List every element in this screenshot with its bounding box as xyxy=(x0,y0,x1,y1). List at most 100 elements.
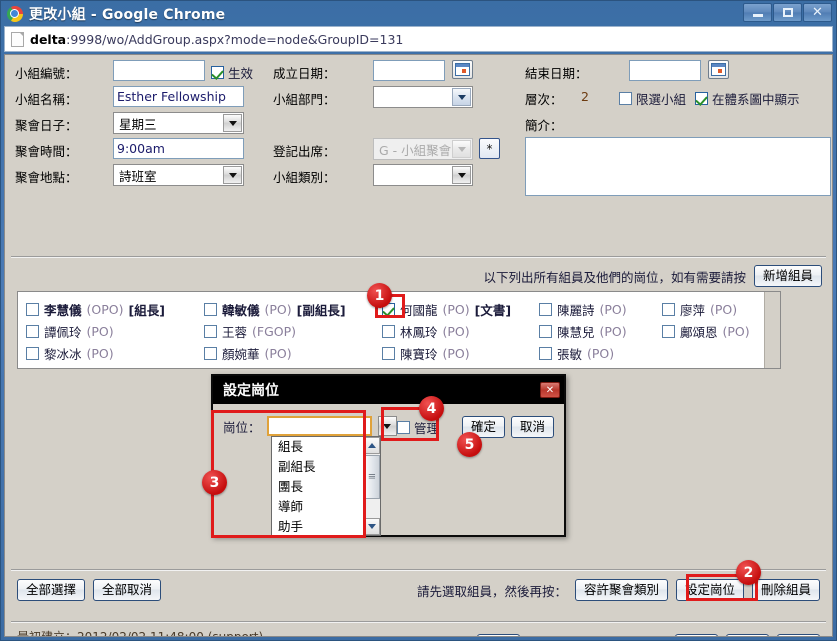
maximize-icon xyxy=(782,8,793,17)
meet-day-select[interactable]: 星期三 xyxy=(113,112,244,134)
set-position-button[interactable]: 設定崗位 xyxy=(675,579,744,601)
dialog-close-button[interactable]: ✕ xyxy=(540,382,560,398)
member-row[interactable]: 廖萍 (PO) xyxy=(662,298,750,320)
member-row[interactable]: 張敏 (PO) xyxy=(539,342,627,364)
checkbox-icon[interactable] xyxy=(204,302,217,316)
checkbox-icon[interactable] xyxy=(26,302,39,316)
add-member-button[interactable]: 新增組員 xyxy=(753,265,822,287)
scroll-up-icon[interactable] xyxy=(364,437,380,454)
member-row[interactable]: 李慧儀 (OPO) [組長] xyxy=(26,298,165,320)
restrict-checkbox[interactable]: 限選小組 xyxy=(619,89,686,108)
found-date-calendar-button[interactable] xyxy=(452,60,473,79)
show-chart-checkbox-label: 在體系圖中顯示 xyxy=(712,92,800,107)
maximize-button[interactable] xyxy=(773,3,802,22)
dropdown-option[interactable]: 團長 xyxy=(272,477,363,497)
dialog-titlebar: 設定崗位 ✕ xyxy=(213,376,564,404)
member-column: 李慧儀 (OPO) [組長] 譚佩玲 (PO) 黎冰冰 (PO) xyxy=(26,298,165,364)
checkbox-icon[interactable] xyxy=(26,346,39,360)
save-button[interactable]: 儲存 xyxy=(725,634,769,636)
attend-star-button[interactable]: * xyxy=(479,138,500,159)
member-row[interactable]: 陳寶玲 (PO) xyxy=(382,342,511,364)
checkbox-icon[interactable] xyxy=(382,324,395,338)
delete-member-button[interactable]: 刪除組員 xyxy=(751,579,820,601)
member-row[interactable]: 陳慧兒 (PO) xyxy=(539,320,627,342)
group-no-input[interactable] xyxy=(113,60,205,81)
member-name: 陳麗詩 xyxy=(557,302,595,318)
annotation-badge-4: 4 xyxy=(419,396,444,421)
found-date-input[interactable] xyxy=(373,60,445,81)
member-code: (PO) xyxy=(710,301,738,317)
checkbox-icon[interactable] xyxy=(662,324,675,338)
member-row[interactable]: 陳麗詩 (PO) xyxy=(539,298,627,320)
minimize-button[interactable] xyxy=(743,3,772,22)
dropdown-option[interactable]: 助手 xyxy=(272,517,363,535)
url-host: delta xyxy=(30,31,67,47)
import-area: 匯入 xyxy=(477,634,521,636)
window-title-app: Google Chrome xyxy=(101,6,226,23)
end-date-calendar-button[interactable] xyxy=(708,60,729,79)
member-operations: 請先選取組員，然後再按： 容許聚會類別 設定崗位 刪除組員 xyxy=(417,579,820,601)
position-field-row: 崗位： xyxy=(223,416,397,436)
member-panel-scrollbar[interactable] xyxy=(764,292,780,368)
checkbox-icon[interactable] xyxy=(382,346,395,360)
member-list-panel: 李慧儀 (OPO) [組長] 譚佩玲 (PO) 黎冰冰 (PO) 韓敏儀 (PO) [副組長] 王… xyxy=(17,291,781,369)
checkbox-icon[interactable] xyxy=(204,346,217,360)
member-row[interactable]: 何國龍 (PO) [文書] xyxy=(382,298,511,320)
member-row[interactable]: 譚佩玲 (PO) xyxy=(26,320,165,342)
meet-place-select[interactable]: 詩班室 xyxy=(113,164,244,186)
checkbox-icon[interactable] xyxy=(662,302,675,316)
attend-select: G - 小組聚會 xyxy=(373,138,473,160)
member-row[interactable]: 黎冰冰 (PO) xyxy=(26,342,165,364)
member-name: 譚佩玲 xyxy=(44,324,82,340)
allow-meeting-type-button[interactable]: 容許聚會類別 xyxy=(574,579,668,601)
member-row[interactable]: 韓敏儀 (PO) [副組長] xyxy=(204,298,346,320)
import-button[interactable]: 匯入 xyxy=(477,634,521,636)
close-button[interactable]: ✕ xyxy=(803,3,832,22)
dialog-cancel-button[interactable]: 取消 xyxy=(510,416,554,438)
scrollbar-thumb[interactable] xyxy=(364,455,380,499)
created-info: 最初建立：2012/02/02 11:48:00 (support) xyxy=(17,630,264,637)
finish-button[interactable]: 完成 xyxy=(674,634,718,636)
member-code: (PO) xyxy=(442,345,470,361)
checkbox-icon[interactable] xyxy=(539,346,552,360)
deselect-all-button[interactable]: 全部取消 xyxy=(93,579,162,601)
member-row[interactable]: 顏婉華 (PO) xyxy=(204,342,346,364)
checkbox-icon[interactable] xyxy=(204,324,217,338)
active-checkbox[interactable]: 生效 xyxy=(211,63,253,82)
member-name: 李慧儀 xyxy=(44,302,82,318)
meet-time-input[interactable] xyxy=(113,138,244,159)
checkbox-icon[interactable] xyxy=(539,302,552,316)
intro-textarea[interactable] xyxy=(525,137,831,196)
meet-place-select-value: 詩班室 xyxy=(119,168,157,184)
member-row[interactable]: 鄺頌恩 (PO) xyxy=(662,320,750,342)
member-name: 王蓉 xyxy=(222,324,248,340)
end-date-input[interactable] xyxy=(629,60,701,81)
position-label: 崗位： xyxy=(223,419,261,435)
checkbox-icon[interactable] xyxy=(26,324,39,338)
chevron-down-icon xyxy=(452,166,471,184)
dropdown-scrollbar[interactable] xyxy=(363,437,380,535)
cancel-button[interactable]: 取消 xyxy=(776,634,820,636)
show-chart-checkbox[interactable]: 在體系圖中顯示 xyxy=(695,89,800,108)
annotation-badge-2: 2 xyxy=(736,560,761,585)
dropdown-option[interactable]: 副組長 xyxy=(272,457,363,477)
address-bar[interactable]: delta:9998/wo/AddGroup.aspx?mode=node&Gr… xyxy=(4,26,833,52)
category-select[interactable] xyxy=(373,164,473,186)
member-code: (PO) xyxy=(86,323,114,339)
group-no-label: 小組編號： xyxy=(15,66,78,81)
member-row[interactable]: 王蓉 (FGOP) xyxy=(204,320,346,342)
group-name-input[interactable] xyxy=(113,86,244,107)
position-input[interactable] xyxy=(266,416,372,436)
position-dropdown-list[interactable]: 組長 副組長 團長 導師 助手 xyxy=(271,436,381,536)
position-dropdown-toggle[interactable] xyxy=(377,416,397,436)
checkbox-icon[interactable] xyxy=(539,324,552,338)
meet-day-label: 聚會日子： xyxy=(15,118,78,133)
dept-select[interactable] xyxy=(373,86,473,108)
member-name: 顏婉華 xyxy=(222,346,260,362)
member-row[interactable]: 林鳳玲 (PO) xyxy=(382,320,511,342)
dropdown-option[interactable]: 組長 xyxy=(272,437,363,457)
window-title-page: 更改小組 xyxy=(29,6,86,23)
dropdown-option[interactable]: 導師 xyxy=(272,497,363,517)
select-all-button[interactable]: 全部選擇 xyxy=(17,579,86,601)
scroll-down-icon[interactable] xyxy=(364,518,380,535)
